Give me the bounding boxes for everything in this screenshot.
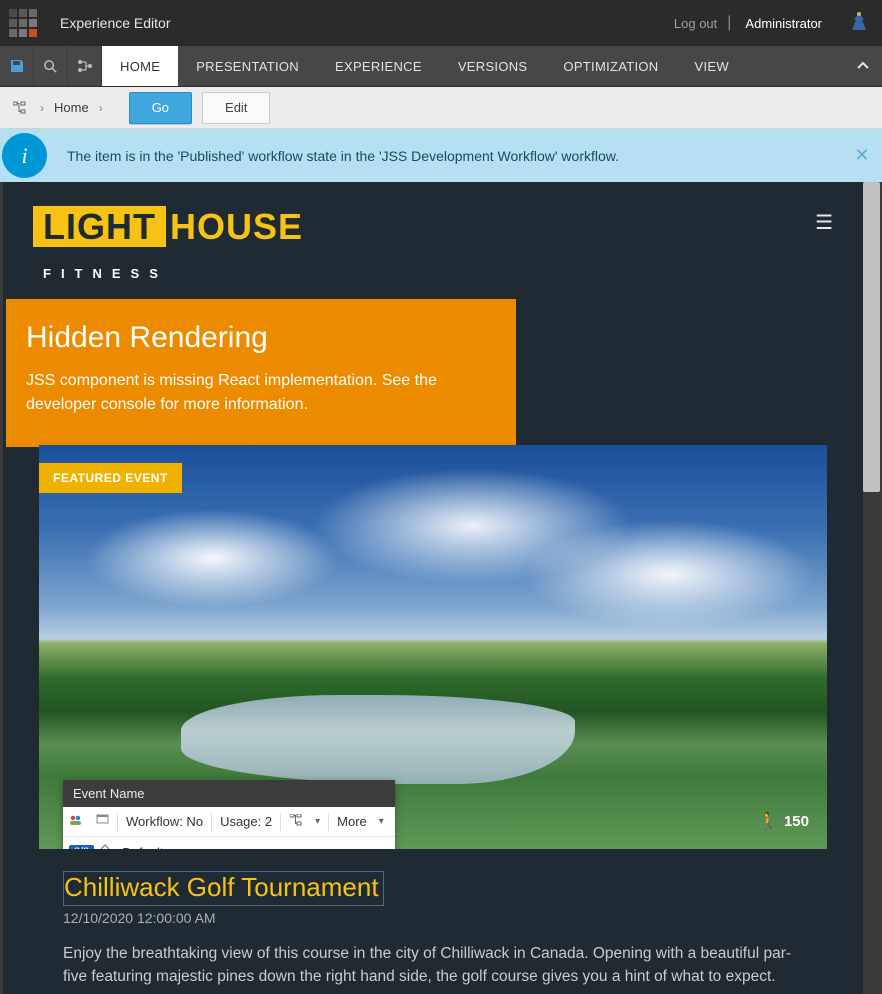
event-date: 12/10/2020 12:00:00 AM xyxy=(63,910,827,926)
event-hero-image: FEATURED EVENT 🚶 150 Event Name xyxy=(39,445,827,849)
search-button[interactable] xyxy=(34,46,68,86)
hidden-rendering-box: Hidden Rendering JSS component is missin… xyxy=(6,299,516,447)
attendee-count: 🚶 150 xyxy=(758,811,809,831)
attendee-count-value: 150 xyxy=(784,813,809,830)
test-icon[interactable] xyxy=(89,814,115,829)
brand-part-a: LIGHT xyxy=(33,206,166,247)
tab-presentation[interactable]: PRESENTATION xyxy=(178,46,317,86)
datasource-caret-icon[interactable]: ▾ xyxy=(309,816,326,827)
tab-versions[interactable]: VERSIONS xyxy=(440,46,546,86)
user-avatar-icon[interactable] xyxy=(836,10,882,36)
go-button[interactable]: Go xyxy=(129,92,192,124)
site-logo[interactable]: LIGHTHOUSE FITNESS xyxy=(33,206,303,281)
logout-link[interactable]: Log out xyxy=(664,16,727,31)
brand-part-b: HOUSE xyxy=(166,206,303,247)
banner-close-icon[interactable]: ✕ xyxy=(842,145,882,166)
scrollbar-thumb[interactable] xyxy=(863,182,880,492)
ribbon-collapse-icon[interactable] xyxy=(856,46,870,86)
datasource-tree-icon[interactable] xyxy=(283,814,309,829)
usage-label[interactable]: Usage: 2 xyxy=(214,814,278,829)
featured-badge: FEATURED EVENT xyxy=(39,463,182,493)
app-topbar: Experience Editor Log out | Administrato… xyxy=(0,0,882,46)
app-title: Experience Editor xyxy=(60,15,171,31)
banner-message: The item is in the 'Published' workflow … xyxy=(47,148,842,164)
more-caret-icon[interactable]: ▾ xyxy=(373,816,390,827)
walker-icon: 🚶 xyxy=(758,811,778,831)
save-button[interactable] xyxy=(0,46,34,86)
event-card: FEATURED EVENT 🚶 150 Event Name xyxy=(39,445,827,989)
tab-optimization[interactable]: OPTIMIZATION xyxy=(545,46,676,86)
event-title-field[interactable]: Chilliwack Golf Tournament xyxy=(63,871,384,906)
warning-title: Hidden Rendering xyxy=(26,321,496,355)
field-toolbar-header: Event Name xyxy=(63,780,395,807)
components-button[interactable] xyxy=(68,46,102,86)
current-user[interactable]: Administrator xyxy=(731,16,836,31)
more-menu[interactable]: More xyxy=(331,814,373,829)
tree-icon[interactable] xyxy=(10,98,30,118)
tab-view[interactable]: VIEW xyxy=(676,46,746,86)
breadcrumb-bar: › Home › Go Edit xyxy=(0,87,882,129)
app-logo-icon[interactable] xyxy=(0,0,46,46)
breadcrumb-sep: › xyxy=(99,101,103,115)
variant-count-badge: 3/3 xyxy=(69,845,94,849)
workflow-label[interactable]: Workflow: No xyxy=(120,814,209,829)
site-header: LIGHTHOUSE FITNESS ☰ xyxy=(3,182,863,299)
field-toolbar: Event Name Workflow: No Usage: 2 xyxy=(63,780,395,849)
personalize-icon[interactable] xyxy=(63,814,89,829)
breadcrumb-item[interactable]: Home xyxy=(54,100,89,115)
variant-caret-icon[interactable]: ▾ xyxy=(378,847,395,850)
event-body[interactable]: Enjoy the breathtaking view of this cour… xyxy=(63,942,803,989)
brand-subtitle: FITNESS xyxy=(33,266,303,281)
variant-name[interactable]: Default xyxy=(116,845,169,850)
info-icon: i xyxy=(2,133,47,178)
breadcrumb-sep: › xyxy=(40,101,44,115)
page-canvas: LIGHTHOUSE FITNESS ☰ Hidden Rendering JS… xyxy=(3,182,863,994)
tab-home[interactable]: HOME xyxy=(102,46,178,86)
hamburger-icon[interactable]: ☰ xyxy=(815,206,833,235)
warning-body: JSS component is missing React implement… xyxy=(26,369,496,417)
variant-stepper-icon[interactable] xyxy=(94,844,116,850)
ribbon: HOME PRESENTATION EXPERIENCE VERSIONS OP… xyxy=(0,46,882,87)
workflow-banner: i The item is in the 'Published' workflo… xyxy=(0,129,882,182)
edit-button[interactable]: Edit xyxy=(202,92,270,124)
tab-experience[interactable]: EXPERIENCE xyxy=(317,46,440,86)
